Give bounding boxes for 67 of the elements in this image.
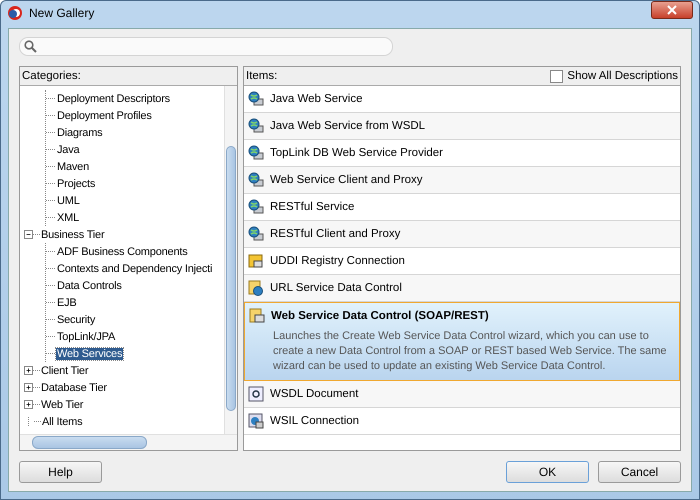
gallery-item[interactable]: WSDL Document <box>244 381 680 408</box>
vertical-scrollbar[interactable] <box>224 86 237 434</box>
expand-icon[interactable] <box>24 383 33 392</box>
expand-icon[interactable] <box>24 366 33 375</box>
window-title: New Gallery <box>29 6 94 20</box>
ok-button[interactable]: OK <box>506 461 589 483</box>
search-icon <box>24 40 37 53</box>
item-title: Java Web Service from WSDL <box>270 120 426 132</box>
tree-item[interactable]: Java <box>56 144 80 156</box>
tree-item[interactable]: UML <box>56 194 81 206</box>
tree-item[interactable]: Database Tier <box>40 382 108 394</box>
globe-computer-icon <box>248 118 264 134</box>
item-title: Web Service Data Control (SOAP/REST) <box>271 310 489 322</box>
item-title: WSDL Document <box>270 388 358 400</box>
item-title: WSIL Connection <box>270 415 360 427</box>
tree-item[interactable]: Deployment Profiles <box>56 110 153 122</box>
help-button[interactable]: Help <box>19 461 102 483</box>
collapse-icon[interactable] <box>24 230 33 239</box>
gallery-item[interactable]: URL Service Data Control <box>244 275 680 302</box>
tree-item[interactable]: Web Tier <box>40 398 84 410</box>
cancel-button[interactable]: Cancel <box>598 461 681 483</box>
tree-item[interactable]: Security <box>56 314 96 326</box>
item-title: URL Service Data Control <box>270 282 402 294</box>
tree-item[interactable]: Projects <box>56 178 96 190</box>
globe-computer-icon <box>248 172 264 188</box>
tree-item[interactable]: Business Tier <box>40 228 106 240</box>
gallery-item[interactable]: Java Web Service from WSDL <box>244 113 680 140</box>
close-button[interactable] <box>651 1 693 19</box>
globe-computer-icon <box>248 91 264 107</box>
tree-item[interactable]: Maven <box>56 160 90 172</box>
tree-item[interactable]: All Items <box>41 416 84 428</box>
globe-computer-icon <box>248 145 264 161</box>
tree-item[interactable]: Client Tier <box>40 364 90 376</box>
categories-label: Categories: <box>22 70 81 82</box>
tree-item[interactable]: Diagrams <box>56 126 104 138</box>
document-globe-icon <box>248 280 264 296</box>
item-description: Launches the Create Web Service Data Control wizard, which you can use to create a new Data Control from a SOAP or REST based Web Service. The same wizard can be used to update an existing Web Service Data Control. <box>273 329 668 374</box>
tree-item[interactable]: Data Controls <box>56 280 123 292</box>
gallery-item[interactable] <box>244 302 680 381</box>
tree-item[interactable]: Web Services <box>56 348 124 360</box>
item-title: UDDI Registry Connection <box>270 255 405 267</box>
checkbox-label: Show All Descriptions <box>567 70 678 82</box>
item-title: TopLink DB Web Service Provider <box>270 147 443 159</box>
items-label: Items: <box>246 70 278 82</box>
tree-item[interactable]: ADF Business Components <box>56 246 189 258</box>
folder-computer-icon <box>248 253 264 269</box>
item-title: Java Web Service <box>270 93 362 105</box>
tree-item[interactable]: EJB <box>56 296 78 308</box>
globe-computer-icon <box>248 199 264 215</box>
globe-document-icon <box>248 413 264 429</box>
search-field[interactable] <box>19 37 393 56</box>
item-title: RESTful Service <box>270 201 354 213</box>
gallery-item[interactable]: RESTful Client and Proxy <box>244 221 680 248</box>
gallery-item[interactable]: Web Service Client and Proxy <box>244 167 680 194</box>
checkbox[interactable] <box>550 70 564 82</box>
app-logo-icon <box>7 5 23 21</box>
item-title: RESTful Client and Proxy <box>270 228 400 240</box>
item-title: Web Service Client and Proxy <box>270 174 423 186</box>
tree-item[interactable]: TopLink/JPA <box>56 330 116 342</box>
tree-item[interactable]: Deployment Descriptors <box>56 92 171 104</box>
document-computer-icon <box>249 308 265 324</box>
horizontal-scrollbar[interactable] <box>20 434 237 450</box>
tree-item[interactable]: Contexts and Dependency Injecti <box>56 262 214 274</box>
tree-item[interactable]: XML <box>56 212 80 224</box>
globe-computer-icon <box>248 226 264 242</box>
expand-icon[interactable] <box>24 400 33 409</box>
close-icon <box>667 5 677 15</box>
